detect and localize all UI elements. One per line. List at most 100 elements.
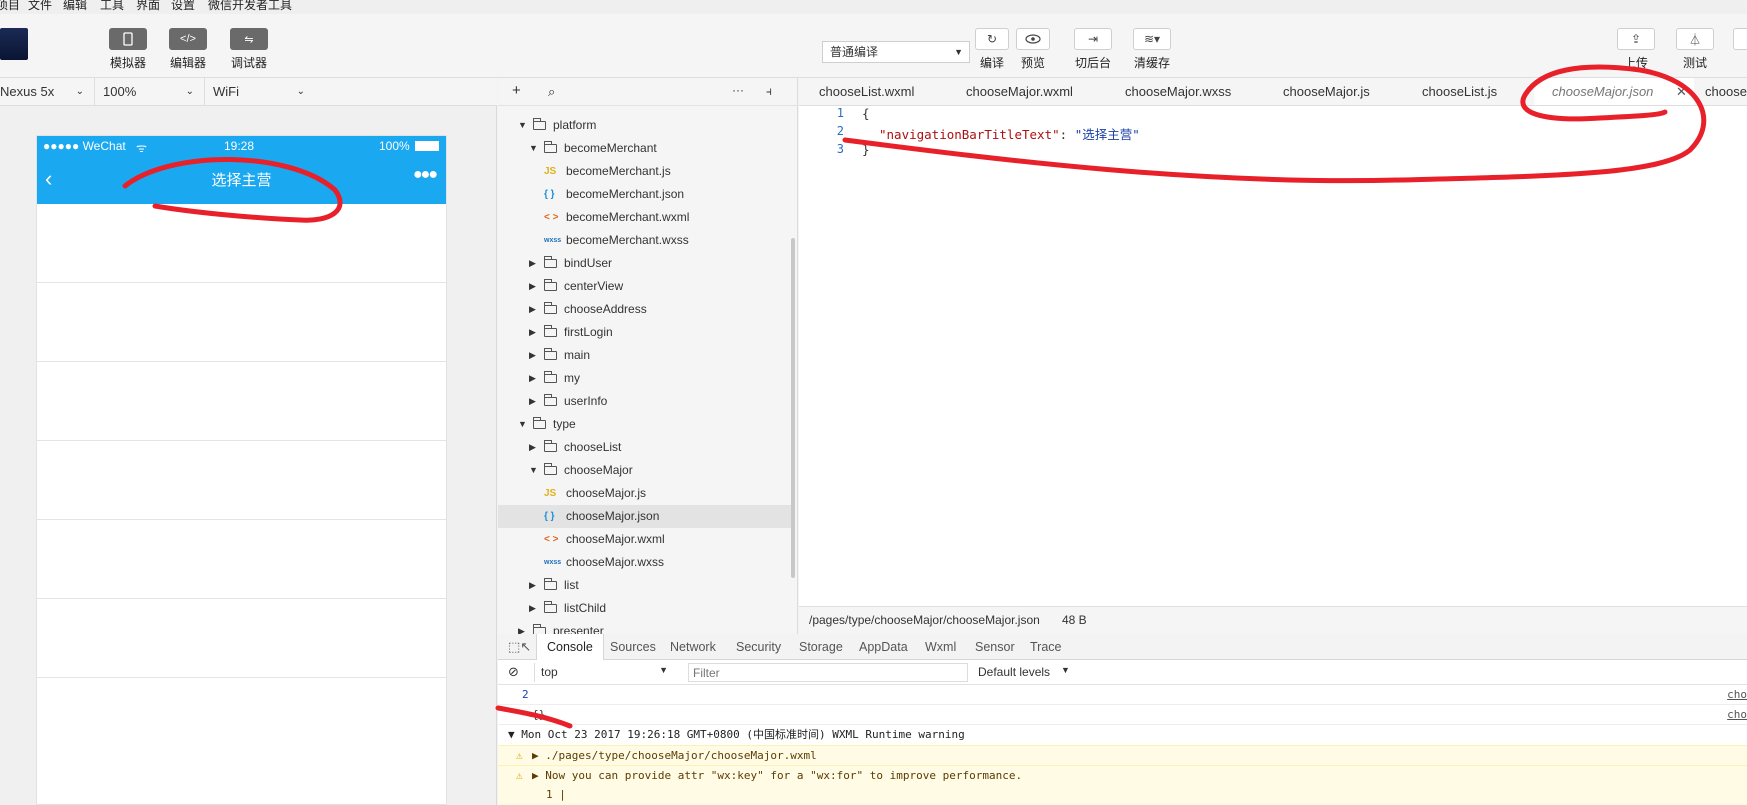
list-item[interactable]: [37, 204, 446, 283]
more-dots-icon[interactable]: ●●●: [413, 166, 438, 184]
tree-folder[interactable]: ▶ listChild: [498, 597, 794, 620]
tree-folder[interactable]: ▶ presenter: [498, 620, 794, 634]
tab-trace[interactable]: Trace: [1030, 634, 1062, 660]
chevron-right-icon[interactable]: ▶: [529, 344, 536, 367]
tree-folder[interactable]: ▶ chooseAddress: [498, 298, 794, 321]
menu-edit[interactable]: 编辑: [63, 0, 87, 12]
tree-folder[interactable]: ▼ becomeMerchant: [498, 137, 794, 160]
chevron-right-icon[interactable]: ▶: [529, 597, 536, 620]
menu-settings[interactable]: 设置: [171, 0, 195, 12]
search-icon[interactable]: ⌕: [548, 84, 555, 100]
tree-file[interactable]: JS chooseMajor.js: [498, 482, 794, 505]
tab-chooselist-wxml[interactable]: chooseList.wxml: [819, 78, 914, 105]
console-warning[interactable]: ⚠ ▶ Now you can provide attr "wx:key" fo…: [498, 765, 1747, 785]
context-select[interactable]: top ▼: [534, 663, 670, 682]
chevron-right-icon[interactable]: ▶: [529, 275, 536, 298]
menu-view[interactable]: 界面: [136, 0, 160, 12]
chevron-right-icon[interactable]: ▶: [529, 390, 536, 413]
tree-folder[interactable]: ▶ list: [498, 574, 794, 597]
code-editor[interactable]: 1 2 3 { "navigationBarTitleText": "选择主营"…: [799, 106, 1747, 606]
tree-folder[interactable]: ▼ chooseMajor: [498, 459, 794, 482]
tree-file[interactable]: JS becomeMerchant.js: [498, 160, 794, 183]
tree-folder[interactable]: ▼ platform: [498, 114, 794, 137]
tab-choose-overflow[interactable]: choose: [1705, 78, 1747, 105]
chevron-right-icon[interactable]: ▶: [529, 367, 536, 390]
tree-file[interactable]: { } becomeMerchant.json: [498, 183, 794, 206]
chevron-right-icon[interactable]: ▶: [529, 436, 536, 459]
list-item[interactable]: [37, 599, 446, 678]
clear-cache-button[interactable]: ≋▾ 清缓存: [1130, 28, 1174, 71]
tree-folder[interactable]: ▶ my: [498, 367, 794, 390]
chevron-down-icon[interactable]: ▼: [518, 114, 527, 137]
chevron-right-icon[interactable]: ▶: [529, 321, 536, 344]
console-group-header[interactable]: ▼ Mon Oct 23 2017 19:26:18 GMT+0800 (中国标…: [498, 725, 1747, 745]
tab-storage[interactable]: Storage: [799, 634, 843, 660]
tab-appdata[interactable]: AppData: [859, 634, 908, 660]
more-toolbar-button[interactable]: [1733, 28, 1747, 50]
list-item[interactable]: [37, 520, 446, 599]
chevron-right-icon[interactable]: ▶: [529, 252, 536, 275]
menu-devtools[interactable]: 微信开发者工具: [208, 0, 292, 12]
network-select[interactable]: WiFi ⌄: [205, 78, 315, 106]
tab-network[interactable]: Network: [670, 634, 716, 660]
chevron-down-icon[interactable]: ▼: [518, 413, 527, 436]
console-filter-input[interactable]: [688, 663, 968, 682]
preview-button[interactable]: 预览: [1013, 28, 1053, 71]
tree-file[interactable]: wxss chooseMajor.wxss: [498, 551, 794, 574]
simulator-button[interactable]: 模拟器: [106, 28, 150, 71]
tab-choosemajor-js[interactable]: chooseMajor.js: [1283, 78, 1370, 105]
tree-folder[interactable]: ▶ bindUser: [498, 252, 794, 275]
chevron-down-icon[interactable]: ▼: [529, 137, 538, 160]
tab-console[interactable]: Console: [536, 634, 604, 660]
default-levels-select[interactable]: Default levels: [978, 665, 1050, 679]
more-icon[interactable]: ···: [732, 83, 744, 97]
compile-button[interactable]: ↻ 编译: [972, 28, 1012, 71]
tree-folder[interactable]: ▶ chooseList: [498, 436, 794, 459]
list-item[interactable]: [37, 441, 446, 520]
tree-file[interactable]: < > becomeMerchant.wxml: [498, 206, 794, 229]
test-button[interactable]: ⏃ 测试: [1673, 28, 1717, 71]
chevron-down-icon[interactable]: ▼: [529, 459, 538, 482]
chevron-right-icon[interactable]: ▶: [529, 574, 536, 597]
tree-folder[interactable]: ▶ main: [498, 344, 794, 367]
compile-mode-select[interactable]: 普通编译 ▼: [822, 41, 970, 63]
tree-file[interactable]: { } chooseMajor.json: [498, 505, 794, 528]
inspect-icon[interactable]: ⬚↖: [508, 634, 531, 660]
upload-button[interactable]: ⇪ 上传: [1614, 28, 1658, 71]
tab-sources[interactable]: Sources: [610, 634, 656, 660]
chevron-right-icon[interactable]: ▶: [529, 298, 536, 321]
tree-folder[interactable]: ▶ userInfo: [498, 390, 794, 413]
tree-folder[interactable]: ▼ type: [498, 413, 794, 436]
tab-chooselist-js[interactable]: chooseList.js: [1422, 78, 1497, 105]
clear-console-icon[interactable]: ⊘: [508, 664, 519, 680]
console-warning[interactable]: ⚠ ▶ ./pages/type/chooseMajor/chooseMajor…: [498, 745, 1747, 765]
device-select[interactable]: Nexus 5x ⌄: [0, 78, 95, 106]
debugger-button[interactable]: ⇋ 调试器: [227, 28, 271, 71]
chevron-right-icon[interactable]: ▶: [518, 620, 525, 634]
tab-wxml[interactable]: Wxml: [925, 634, 956, 660]
tab-sensor[interactable]: Sensor: [975, 634, 1015, 660]
tab-security[interactable]: Security: [736, 634, 781, 660]
console-source-link[interactable]: cho: [1727, 705, 1747, 724]
tree-file[interactable]: wxss becomeMerchant.wxss: [498, 229, 794, 252]
editor-button[interactable]: </> 编辑器: [166, 28, 210, 71]
console-source-link[interactable]: cho: [1727, 685, 1747, 704]
tree-scrollbar[interactable]: [791, 238, 795, 578]
menu-file[interactable]: 文件: [28, 0, 52, 12]
tab-choosemajor-json[interactable]: chooseMajor.json ✕: [1534, 78, 1694, 105]
tree-folder[interactable]: ▶ centerView: [498, 275, 794, 298]
zoom-select[interactable]: 100% ⌄: [95, 78, 205, 106]
menu-tools[interactable]: 工具: [100, 0, 124, 12]
app-avatar[interactable]: [0, 28, 28, 60]
list-item[interactable]: [37, 283, 446, 362]
list-item[interactable]: [37, 362, 446, 441]
background-button[interactable]: ⇥ 切后台: [1071, 28, 1115, 71]
tab-choosemajor-wxss[interactable]: chooseMajor.wxss: [1125, 78, 1231, 105]
menu-project[interactable]: 项目: [0, 0, 20, 12]
tab-choosemajor-wxml[interactable]: chooseMajor.wxml: [966, 78, 1073, 105]
collapse-panel-icon[interactable]: ⫞: [766, 84, 772, 99]
close-icon[interactable]: ✕: [1676, 78, 1687, 105]
add-file-icon[interactable]: +: [512, 82, 521, 99]
tree-file[interactable]: < > chooseMajor.wxml: [498, 528, 794, 551]
tree-folder[interactable]: ▶ firstLogin: [498, 321, 794, 344]
